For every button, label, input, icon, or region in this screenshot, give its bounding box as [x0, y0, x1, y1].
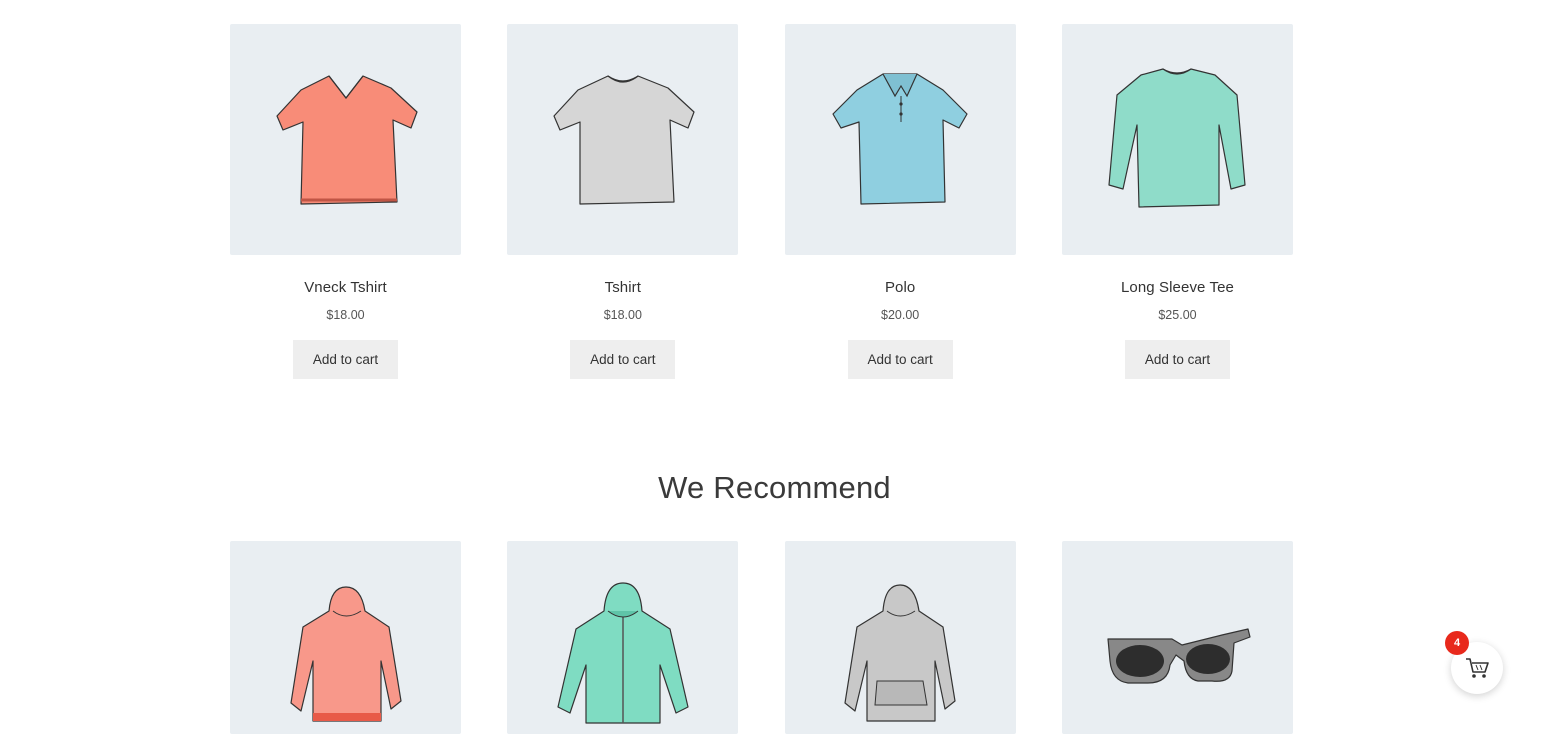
product-thumbnail[interactable] [784, 541, 1016, 734]
product-name[interactable]: Polo [885, 279, 915, 296]
product-name[interactable]: Vneck Tshirt [304, 279, 387, 296]
product-price: $18.00 [326, 308, 365, 322]
product-card: Vneck Tshirt $18.00 Add to cart [230, 24, 461, 379]
product-thumbnail[interactable] [1061, 541, 1293, 734]
add-to-cart-button[interactable]: Add to cart [847, 340, 953, 379]
product-thumbnail[interactable] [507, 541, 739, 734]
sunglasses-image [1107, 628, 1252, 684]
product-card [784, 541, 1016, 734]
recommended-products [230, 541, 1293, 734]
product-card [230, 541, 461, 734]
product-name[interactable]: Tshirt [605, 279, 641, 296]
product-price: $20.00 [881, 308, 920, 322]
product-thumbnail[interactable] [230, 24, 461, 255]
featured-products: Vneck Tshirt $18.00 Add to cart Tshirt $… [230, 24, 1293, 379]
hoodie-grey-image [844, 584, 956, 722]
product-thumbnail[interactable] [784, 24, 1016, 255]
product-card: Long Sleeve Tee $25.00 Add to cart [1061, 24, 1293, 379]
tshirt-image [553, 74, 695, 205]
product-card [1061, 541, 1293, 734]
polo-image [832, 72, 968, 205]
product-name[interactable]: Long Sleeve Tee [1121, 279, 1234, 296]
product-card: Tshirt $18.00 Add to cart [507, 24, 739, 379]
add-to-cart-button[interactable]: Add to cart [293, 340, 398, 379]
section-heading: We Recommend [658, 470, 891, 505]
product-thumbnail[interactable] [230, 541, 461, 734]
zip-hoodie-image [557, 582, 689, 724]
hoodie-pink-image [289, 586, 402, 722]
cart-icon [1466, 658, 1489, 678]
add-to-cart-button[interactable]: Add to cart [1124, 340, 1230, 379]
long-sleeve-tee-image [1108, 67, 1247, 208]
product-thumbnail[interactable] [507, 24, 739, 255]
product-price: $18.00 [603, 308, 642, 322]
cart-count-badge: 4 [1445, 631, 1469, 655]
product-price: $25.00 [1158, 308, 1197, 322]
product-thumbnail[interactable] [1061, 24, 1293, 255]
product-card: Polo $20.00 Add to cart [784, 24, 1016, 379]
add-to-cart-button[interactable]: Add to cart [570, 340, 676, 379]
product-card [507, 541, 739, 734]
vneck-tshirt-image [275, 74, 418, 205]
